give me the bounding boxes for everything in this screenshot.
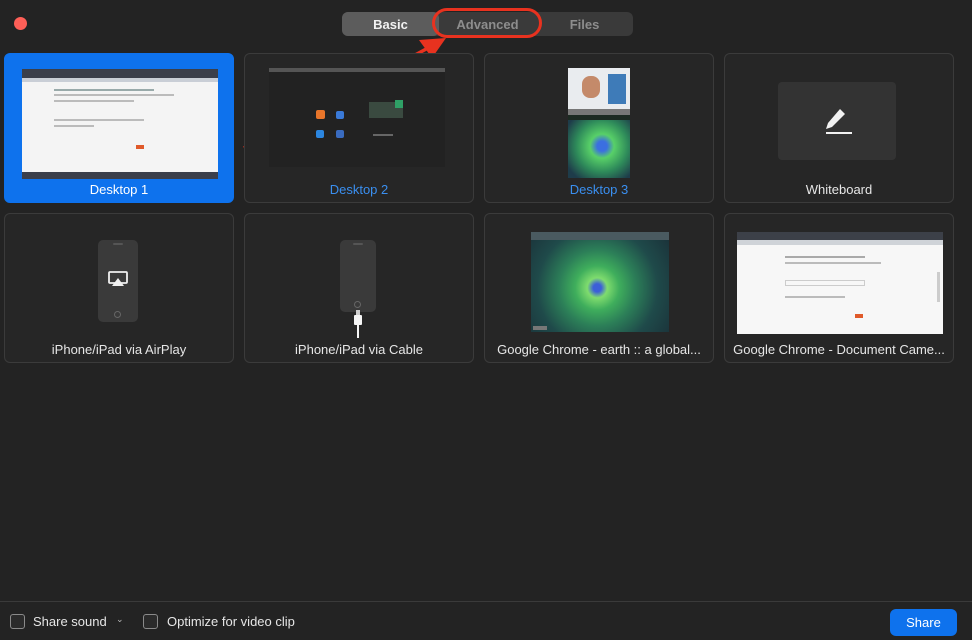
tile-desktop-1-label: Desktop 1 — [89, 182, 149, 197]
tab-files[interactable]: Files — [536, 12, 633, 36]
tile-iphone-airplay-label: iPhone/iPad via AirPlay — [51, 342, 187, 357]
tile-desktop-1[interactable]: Desktop 1 — [4, 53, 234, 203]
tile-chrome-earth[interactable]: Google Chrome - earth :: a global... — [484, 213, 714, 363]
tile-chrome-document-label: Google Chrome - Document Came... — [733, 342, 945, 357]
tile-desktop-2-label: Desktop 2 — [329, 182, 389, 197]
chrome-earth-thumbnail — [531, 232, 669, 332]
phone-thumbnail — [340, 240, 376, 312]
tile-iphone-cable-label: iPhone/iPad via Cable — [295, 342, 423, 357]
tile-whiteboard[interactable]: Whiteboard — [724, 53, 954, 203]
airplay-icon — [108, 271, 128, 286]
share-sound-checkbox[interactable] — [10, 614, 25, 629]
tile-chrome-document[interactable]: Google Chrome - Document Came... — [724, 213, 954, 363]
desktop-3-thumbnail — [568, 68, 630, 178]
phone-thumbnail — [98, 240, 138, 322]
share-type-tabs: Basic Advanced Files — [342, 12, 633, 36]
footer-bar: Share sound ⌄ Optimize for video clip Sh… — [0, 601, 972, 640]
optimize-video-checkbox[interactable] — [143, 614, 158, 629]
lightning-cable-icon — [354, 310, 362, 338]
pencil-icon — [826, 109, 852, 134]
tile-iphone-airplay[interactable]: iPhone/iPad via AirPlay — [4, 213, 234, 363]
whiteboard-thumbnail — [778, 82, 896, 160]
tile-desktop-3[interactable]: Desktop 3 — [484, 53, 714, 203]
share-sound-label: Share sound — [33, 614, 107, 629]
desktop-2-thumbnail — [269, 68, 445, 167]
share-button[interactable]: Share — [890, 609, 957, 636]
tile-iphone-cable[interactable]: iPhone/iPad via Cable — [244, 213, 474, 363]
tile-chrome-earth-label: Google Chrome - earth :: a global... — [497, 342, 701, 357]
chrome-document-thumbnail — [737, 232, 943, 334]
tile-whiteboard-label: Whiteboard — [805, 182, 873, 197]
optimize-video-label: Optimize for video clip — [167, 614, 295, 629]
tile-desktop-2[interactable]: Desktop 2 — [244, 53, 474, 203]
chevron-down-icon[interactable]: ⌄ — [116, 614, 124, 625]
desktop-1-thumbnail — [22, 69, 218, 179]
tab-basic[interactable]: Basic — [342, 12, 439, 36]
tile-desktop-3-label: Desktop 3 — [569, 182, 629, 197]
share-screen-window: Basic Advanced Files Desktop 1 Desktop 2… — [0, 0, 972, 640]
tab-advanced[interactable]: Advanced — [439, 12, 536, 36]
close-window-button[interactable] — [14, 17, 27, 30]
